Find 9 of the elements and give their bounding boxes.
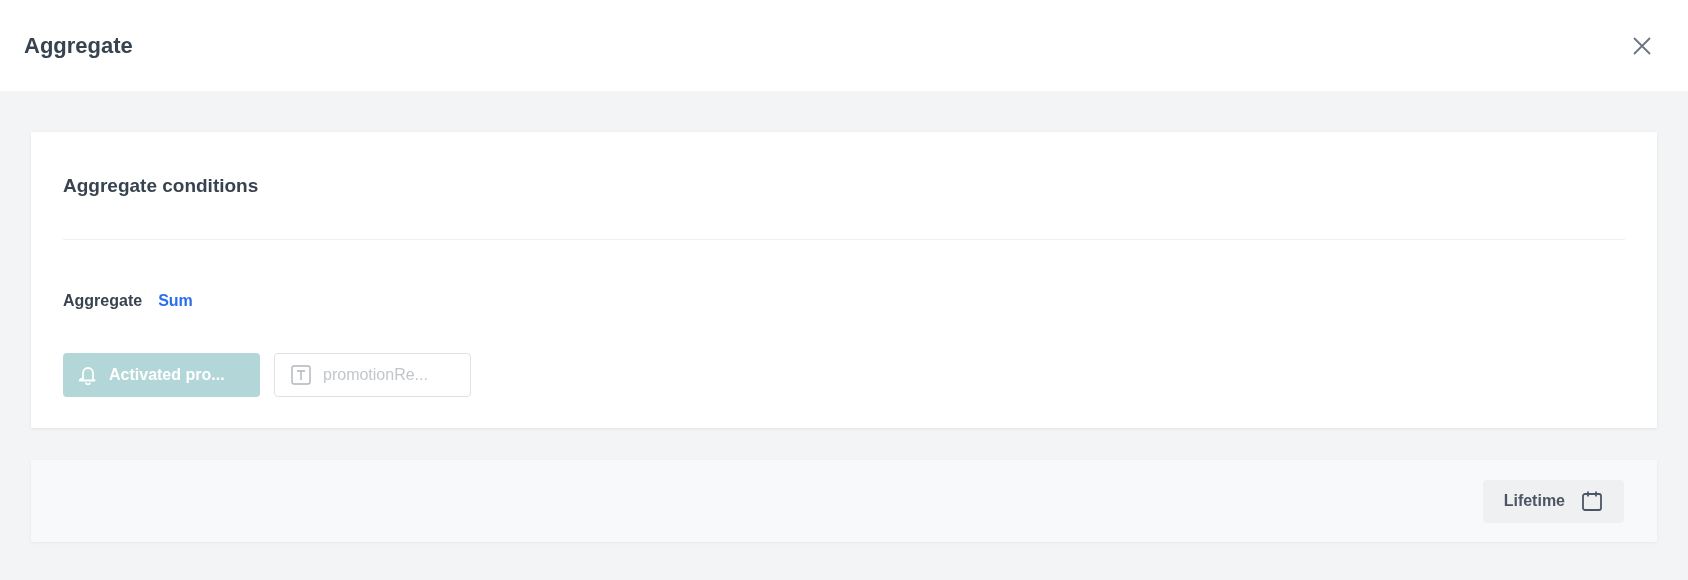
dialog-title: Aggregate — [24, 32, 133, 60]
card-title: Aggregate conditions — [63, 174, 260, 198]
bell-icon — [79, 364, 97, 385]
aggregate-function-link[interactable]: Sum — [158, 288, 193, 313]
close-icon — [1632, 35, 1652, 56]
text-type-icon — [291, 364, 311, 385]
aggregate-label: Aggregate — [63, 290, 143, 311]
calendar-icon — [1581, 490, 1603, 512]
period-button[interactable]: Lifetime — [1482, 479, 1624, 523]
